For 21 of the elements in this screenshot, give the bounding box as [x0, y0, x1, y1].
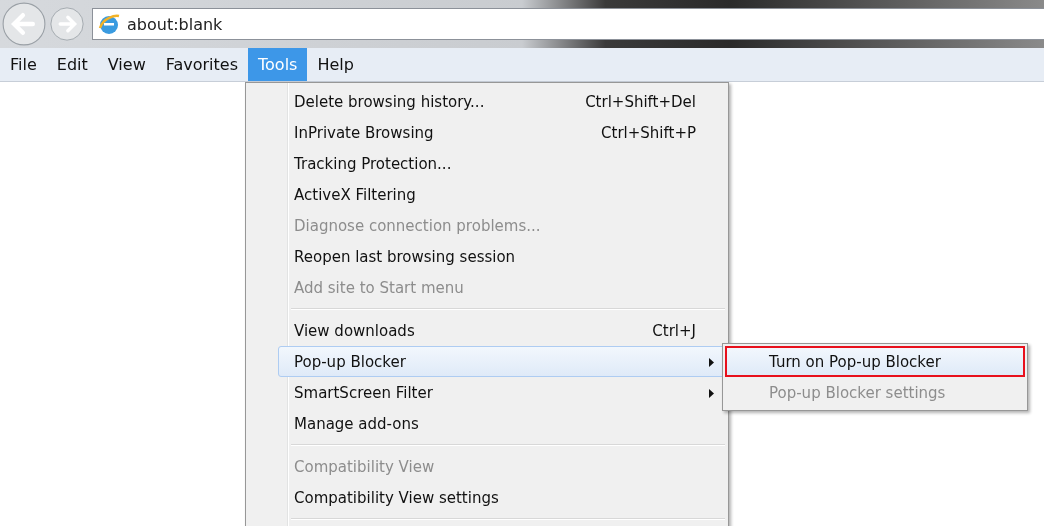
menu-bar-item[interactable]: View [97, 48, 156, 81]
menu-item[interactable]: Delete browsing history... Ctrl+Shift+Del [278, 86, 725, 117]
menu-bar-item[interactable]: File [0, 48, 47, 81]
submenu-item[interactable]: Turn on Pop-up Blocker [725, 346, 1025, 377]
menu-item[interactable]: Compatibility View settings [278, 482, 725, 513]
menu-item[interactable]: View downloads Ctrl+J [278, 315, 725, 346]
menu-item[interactable]: InPrivate Browsing Ctrl+Shift+P [278, 117, 725, 148]
menu-item[interactable]: SmartScreen Filter [278, 377, 725, 408]
menu-item[interactable]: Pop-up Blocker [278, 346, 725, 377]
forward-button[interactable] [50, 7, 84, 41]
menu-bar-item[interactable]: Favorites [155, 48, 248, 81]
menu-item[interactable]: Tracking Protection... [278, 148, 725, 179]
back-button[interactable] [2, 2, 46, 46]
menu-bar-item[interactable]: Edit [46, 48, 98, 81]
menu-item[interactable]: Manage add-ons [278, 408, 725, 439]
menu-item[interactable]: Reopen last browsing session [278, 241, 725, 272]
address-field[interactable]: about:blank [92, 8, 1044, 40]
menu-item[interactable]: ActiveX Filtering [278, 179, 725, 210]
browser-logo-icon [97, 12, 121, 36]
address-text: about:blank [127, 14, 223, 34]
menu-bar-item[interactable]: Help [307, 48, 364, 81]
